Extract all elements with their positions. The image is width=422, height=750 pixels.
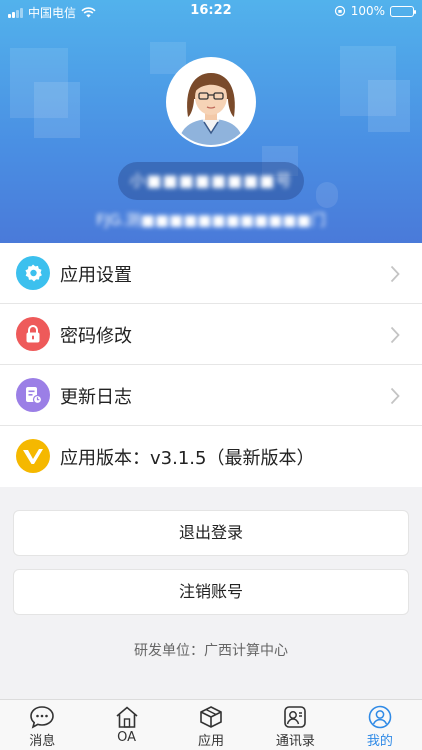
menu-item-label: 应用设置: [60, 265, 132, 286]
username-text: 小■■■■■■■■号: [129, 171, 293, 190]
menu-item-change-password[interactable]: 密码修改: [0, 304, 422, 365]
username-pill: 小■■■■■■■■号: [118, 162, 304, 200]
developer-label: 研发单位：广西计算中心: [134, 643, 288, 659]
decoration: [316, 182, 338, 208]
tab-messages[interactable]: 消息: [0, 700, 84, 750]
profile-header: 中国电信 16:22 100% 小■■■■■■■■号 FJG.测■■■■■■■■…: [0, 0, 422, 243]
menu-item-update-log[interactable]: 更新日志: [0, 365, 422, 426]
deactivate-account-button[interactable]: 注销账号: [13, 569, 409, 615]
lock-icon: [16, 317, 50, 351]
profile-icon: [368, 705, 392, 729]
chevron-right-icon: [390, 326, 400, 344]
menu-item-label: 更新日志: [60, 387, 132, 408]
tab-label: 消息: [29, 734, 56, 749]
decoration: [34, 82, 80, 138]
menu-item-app-settings[interactable]: 应用设置: [0, 243, 422, 304]
menu-item-app-version: 应用版本：v3.1.5（最新版本）: [0, 426, 422, 487]
status-bar: 中国电信 16:22 100%: [0, 0, 422, 24]
decoration: [368, 80, 410, 132]
gear-icon: [16, 256, 50, 290]
box-icon: [200, 706, 222, 728]
tab-label: 应用: [198, 734, 225, 749]
department-text: FJG.测■■■■■■■■■■■■门: [96, 211, 326, 229]
home-icon: [116, 706, 138, 728]
tab-bar: 消息 OA 应用 通讯录 我的: [0, 699, 422, 750]
avatar-illustration: [168, 59, 254, 145]
tab-contacts[interactable]: 通讯录: [253, 700, 337, 750]
orientation-lock-icon: [334, 5, 345, 17]
battery-percent: 100%: [350, 4, 385, 18]
avatar[interactable]: [166, 57, 256, 147]
battery-icon: [390, 5, 416, 17]
tab-label: 通讯录: [275, 734, 315, 749]
version-icon: [16, 439, 50, 473]
department-label: FJG.测■■■■■■■■■■■■门: [0, 209, 422, 230]
log-icon: [16, 378, 50, 412]
chevron-right-icon: [390, 265, 400, 283]
menu-item-label: 密码修改: [60, 326, 132, 347]
contacts-icon: [284, 706, 307, 728]
chevron-right-icon: [390, 387, 400, 405]
settings-menu: 应用设置 密码修改 更新日志 应用版本：v3.1.5（最新版本）: [0, 243, 422, 487]
menu-item-label: 应用版本：v3.1.5（最新版本）: [60, 448, 315, 469]
tab-apps[interactable]: 应用: [169, 700, 253, 750]
tab-oa[interactable]: OA: [84, 700, 168, 750]
tab-label: 我的: [366, 734, 393, 749]
message-icon: [30, 706, 55, 729]
tab-label: OA: [117, 730, 137, 745]
logout-button[interactable]: 退出登录: [13, 510, 409, 556]
tab-mine[interactable]: 我的: [338, 700, 422, 750]
